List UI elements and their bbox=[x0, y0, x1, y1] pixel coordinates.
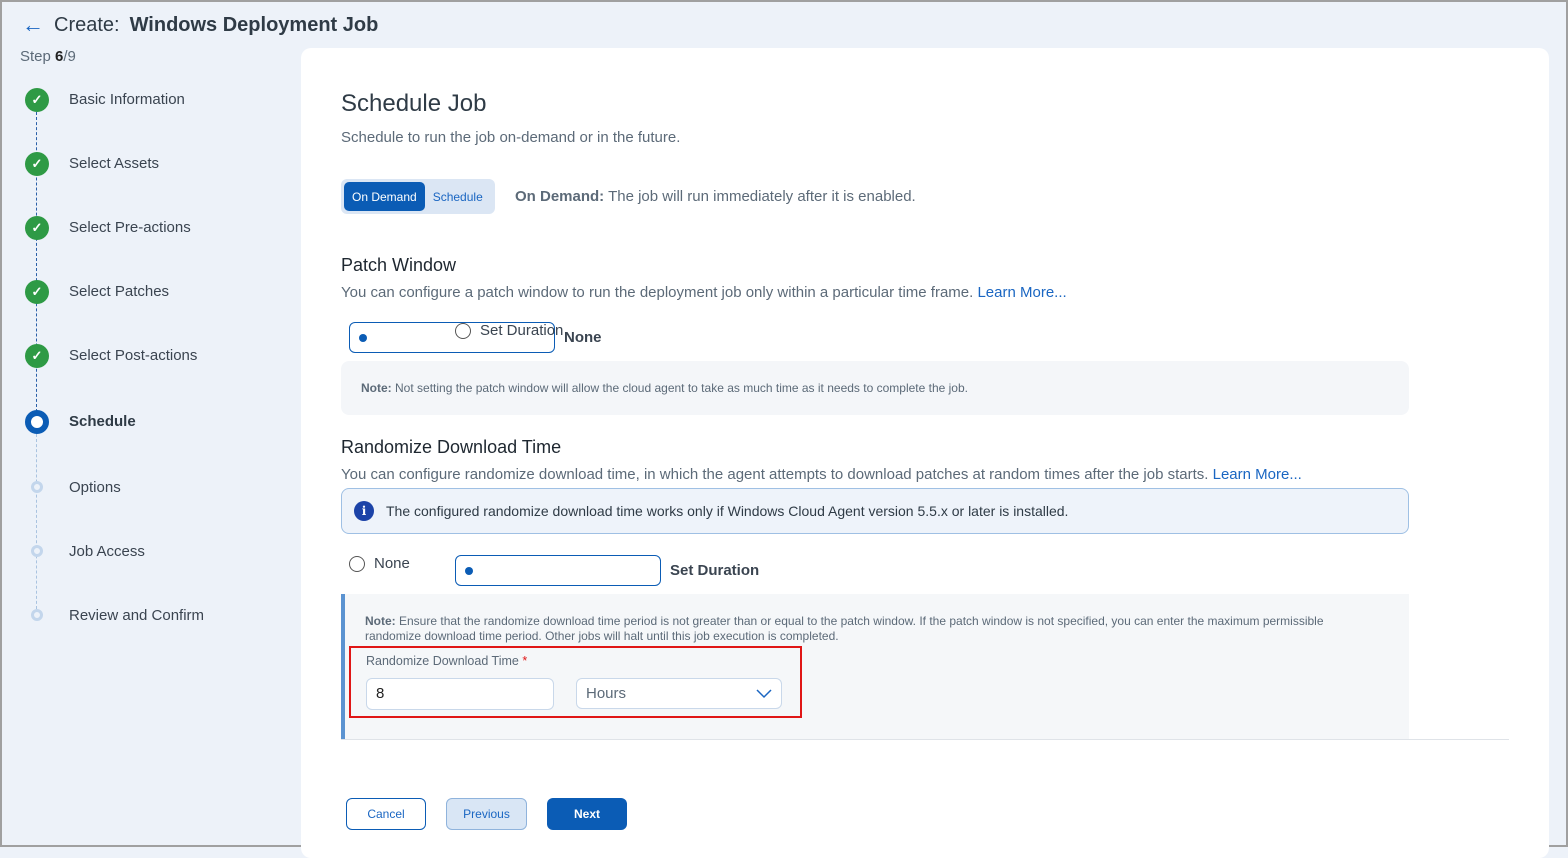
randomize-set-duration-radio[interactable]: Set Duration bbox=[455, 555, 759, 586]
pending-step-icon bbox=[31, 545, 43, 557]
randomize-title: Randomize Download Time bbox=[341, 437, 562, 457]
step-select-post-actions[interactable]: Select Post-actions bbox=[69, 347, 197, 364]
check-icon: ✓ bbox=[25, 280, 49, 304]
check-icon: ✓ bbox=[25, 152, 49, 176]
radio-unselected-icon bbox=[349, 555, 365, 572]
step-label: Step bbox=[20, 48, 51, 65]
selected-unit: Hours bbox=[586, 685, 627, 702]
patch-window-set-duration-radio[interactable]: Set Duration bbox=[455, 322, 563, 339]
step-total: /9 bbox=[63, 48, 76, 65]
randomize-learn-more-link[interactable]: Learn More... bbox=[1213, 466, 1302, 483]
radio-selected-icon bbox=[455, 555, 661, 586]
field-label-text: Randomize Download Time bbox=[366, 654, 519, 668]
step-select-patches[interactable]: Select Patches bbox=[69, 283, 169, 300]
step-job-access: Job Access bbox=[69, 543, 145, 560]
header-prefix: Create: bbox=[54, 13, 120, 36]
current-step-icon bbox=[25, 410, 49, 434]
divider bbox=[341, 739, 1509, 740]
patch-window-note: Note: Not setting the patch window will … bbox=[341, 361, 1409, 415]
cancel-button[interactable]: Cancel bbox=[346, 798, 426, 830]
randomize-info-banner: i The configured randomize download time … bbox=[341, 488, 1409, 534]
check-icon: ✓ bbox=[25, 344, 49, 368]
step-schedule[interactable]: Schedule bbox=[69, 413, 136, 430]
info-text: The configured randomize download time w… bbox=[386, 503, 1069, 519]
patch-window-learn-more-link[interactable]: Learn More... bbox=[977, 284, 1066, 301]
schedule-toggle[interactable]: Schedule bbox=[425, 182, 491, 211]
patch-window-desc-text: You can configure a patch window to run … bbox=[341, 284, 978, 301]
patch-window-desc: You can configure a patch window to run … bbox=[341, 284, 1067, 301]
radio-label: None bbox=[564, 329, 602, 346]
next-button[interactable]: Next bbox=[547, 798, 627, 830]
note-label: Note: bbox=[361, 381, 392, 395]
pending-step-icon bbox=[31, 481, 43, 493]
note-text: Not setting the patch window will allow … bbox=[391, 381, 968, 395]
radio-label: Set Duration bbox=[670, 562, 760, 579]
randomize-none-radio[interactable]: None bbox=[349, 555, 410, 572]
check-icon: ✓ bbox=[25, 88, 49, 112]
schedule-mode-toggle: On Demand Schedule bbox=[341, 179, 495, 214]
mode-text: The job will run immediately after it is… bbox=[604, 188, 916, 205]
step-select-pre-actions[interactable]: Select Pre-actions bbox=[69, 219, 191, 236]
step-counter: Step 6/9 bbox=[20, 48, 76, 65]
back-arrow-icon[interactable]: ← bbox=[22, 12, 44, 38]
radio-label: None bbox=[374, 555, 410, 572]
radio-label: Set Duration bbox=[480, 322, 564, 339]
stepper-line-future bbox=[36, 434, 37, 614]
time-unit-select[interactable]: Hours bbox=[576, 678, 782, 709]
page-header: ← Create: Windows Deployment Job bbox=[22, 12, 378, 38]
randomize-note: Note: Ensure that the randomize download… bbox=[365, 614, 1365, 644]
step-select-assets[interactable]: Select Assets bbox=[69, 155, 159, 172]
patch-window-title: Patch Window bbox=[341, 255, 457, 275]
step-basic-information[interactable]: Basic Information bbox=[69, 91, 185, 108]
note-label: Note: bbox=[365, 614, 396, 628]
randomize-desc-text: You can configure randomize download tim… bbox=[341, 466, 1213, 483]
info-icon: i bbox=[354, 501, 374, 521]
step-options: Options bbox=[69, 479, 121, 496]
section-subtitle: Schedule to run the job on-demand or in … bbox=[341, 129, 681, 146]
check-icon: ✓ bbox=[25, 216, 49, 240]
page-title: Windows Deployment Job bbox=[129, 13, 379, 36]
note-text: Ensure that the randomize download time … bbox=[365, 614, 1324, 643]
radio-unselected-icon bbox=[455, 322, 471, 339]
mode-description: On Demand: The job will run immediately … bbox=[515, 188, 916, 205]
mode-label: On Demand: bbox=[515, 188, 605, 205]
randomize-desc: You can configure randomize download tim… bbox=[341, 466, 1302, 483]
randomize-field-label: Randomize Download Time * bbox=[366, 654, 527, 668]
pending-step-icon bbox=[31, 609, 43, 621]
randomize-time-input[interactable]: 8 bbox=[366, 678, 554, 710]
previous-button[interactable]: Previous bbox=[446, 798, 527, 830]
step-review-and-confirm: Review and Confirm bbox=[69, 607, 205, 624]
section-title: Schedule Job bbox=[341, 90, 487, 117]
chevron-down-icon bbox=[756, 688, 772, 698]
required-marker: * bbox=[522, 654, 528, 668]
on-demand-toggle[interactable]: On Demand bbox=[344, 182, 425, 211]
